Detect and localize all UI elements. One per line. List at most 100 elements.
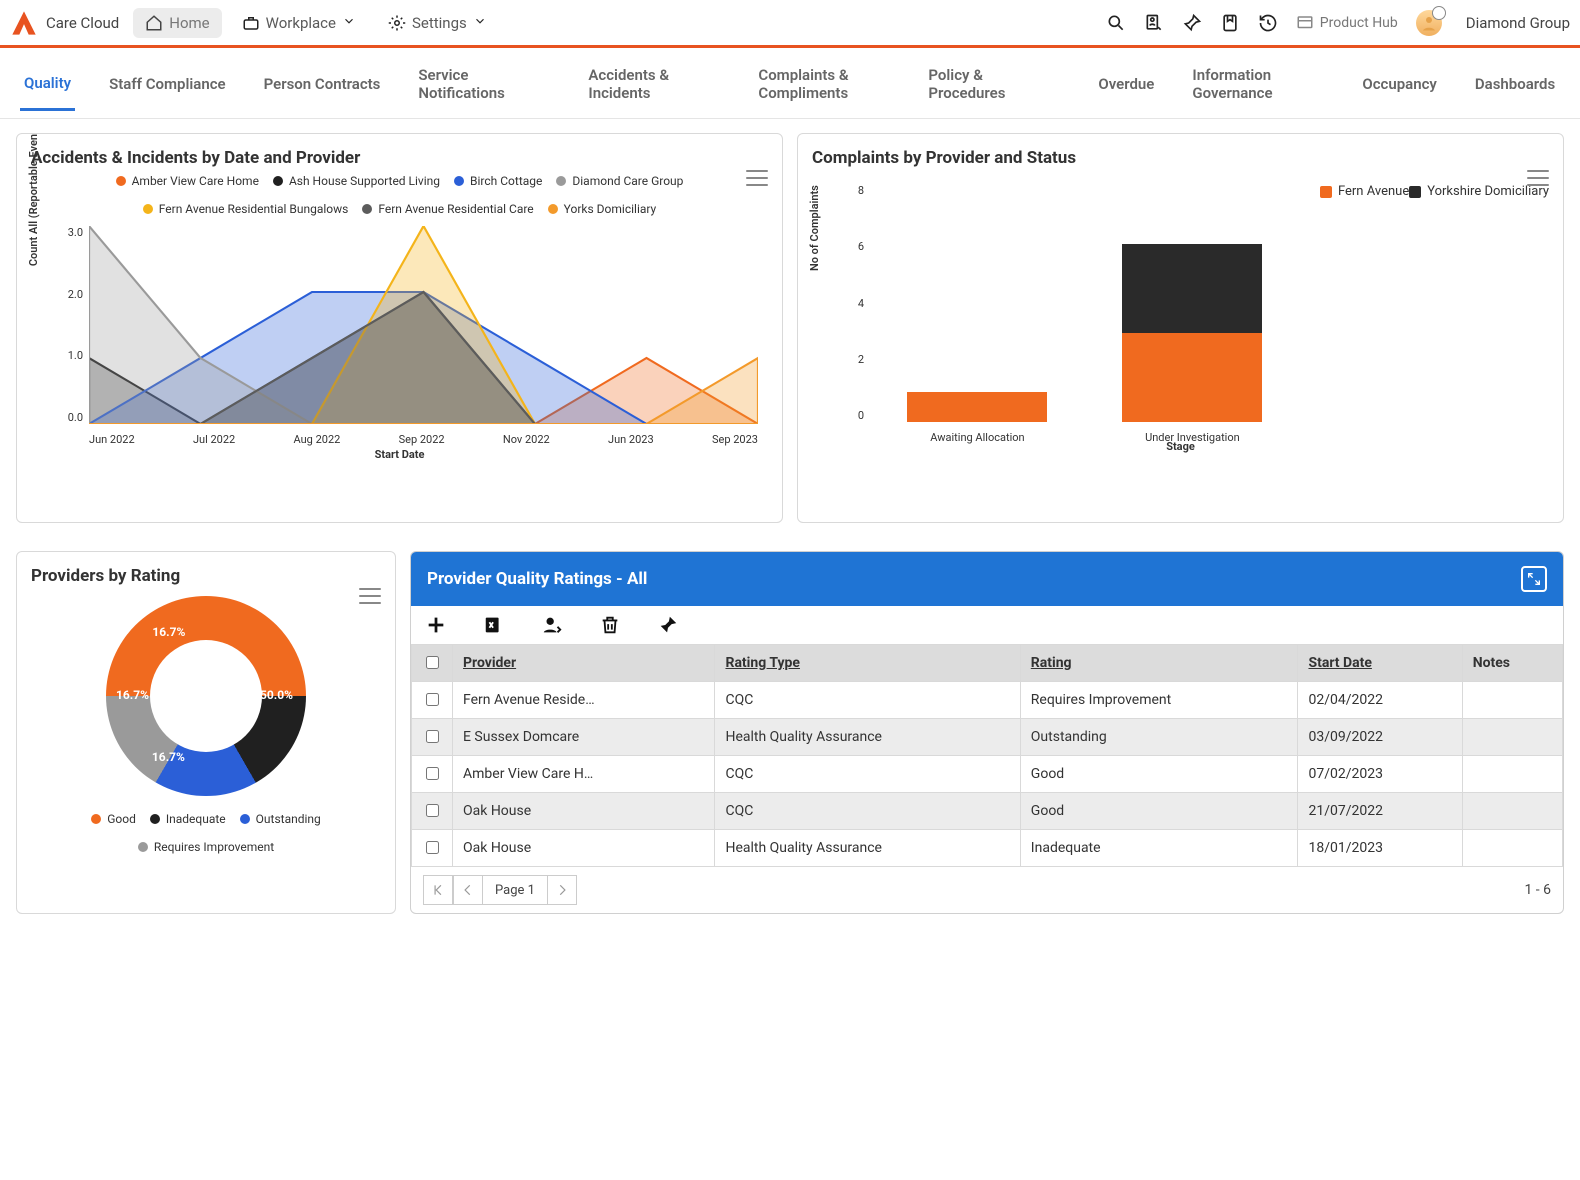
row-checkbox[interactable]: [426, 767, 439, 780]
tab-dashboards[interactable]: Dashboards: [1471, 67, 1559, 109]
nav-home-label: Home: [169, 14, 209, 32]
chevron-down-icon: [342, 14, 356, 32]
cell-rating-type: CQC: [715, 682, 1020, 719]
cell-rating: Outstanding: [1020, 719, 1298, 756]
row-checkbox[interactable]: [426, 841, 439, 854]
pin-icon[interactable]: [1182, 13, 1202, 33]
x-ticks: Jun 2022Jul 2022Aug 2022Sep 2022Nov 2022…: [89, 433, 758, 446]
history-icon[interactable]: [1258, 13, 1278, 33]
avatar[interactable]: [1416, 10, 1442, 36]
cell-notes: [1462, 793, 1562, 830]
app-name: Care Cloud: [46, 14, 119, 32]
home-icon: [145, 14, 163, 32]
bar-segment[interactable]: [1122, 244, 1262, 333]
panel-menu-icon[interactable]: [1527, 170, 1549, 186]
panel-title: Accidents & Incidents by Date and Provid…: [31, 148, 768, 168]
product-hub-link[interactable]: Product Hub: [1296, 14, 1398, 32]
cell-start-date: 21/07/2022: [1298, 793, 1462, 830]
x-axis-label: Start Date: [31, 448, 768, 461]
table-row[interactable]: Amber View Care H…CQCGood07/02/2023: [412, 756, 1563, 793]
col-provider[interactable]: Provider: [453, 645, 715, 682]
chevron-down-icon: [473, 14, 487, 32]
donut-slice-label: 16.7%: [152, 750, 185, 764]
col-start-date[interactable]: Start Date: [1298, 645, 1462, 682]
legend-item[interactable]: Ash House Supported Living: [273, 174, 440, 188]
legend-item[interactable]: Fern Avenue Residential Care: [362, 202, 533, 216]
delete-icon[interactable]: [599, 614, 621, 636]
bar-segment[interactable]: [1122, 333, 1262, 422]
chart-legend: Fern AvenueYorkshire Domiciliary: [1320, 178, 1549, 438]
tab-policy-procedures[interactable]: Policy & Procedures: [924, 58, 1064, 118]
table-row[interactable]: E Sussex DomcareHealth Quality Assurance…: [412, 719, 1563, 756]
col-rating-type[interactable]: Rating Type: [715, 645, 1020, 682]
legend-item[interactable]: Good: [91, 812, 136, 826]
tab-information-governance[interactable]: Information Governance: [1188, 58, 1328, 118]
cell-start-date: 18/01/2023: [1298, 830, 1462, 867]
y-ticks: 3.02.01.00.0: [59, 226, 83, 424]
table-row[interactable]: Fern Avenue Reside…CQCRequires Improveme…: [412, 682, 1563, 719]
add-icon[interactable]: [425, 614, 447, 636]
panel-menu-icon[interactable]: [746, 170, 768, 186]
nav-settings[interactable]: Settings: [376, 8, 499, 38]
cell-rating-type: CQC: [715, 756, 1020, 793]
donut-slice-label: 16.7%: [152, 625, 185, 639]
user-name[interactable]: Diamond Group: [1466, 14, 1570, 32]
ratings-toolbar: [411, 606, 1563, 644]
row-checkbox[interactable]: [426, 730, 439, 743]
pin-icon[interactable]: [657, 614, 679, 636]
cell-provider: Oak House: [453, 793, 715, 830]
cell-provider: Fern Avenue Reside…: [453, 682, 715, 719]
tab-quality[interactable]: Quality: [20, 66, 75, 111]
tab-staff-compliance[interactable]: Staff Compliance: [105, 67, 230, 109]
cell-notes: [1462, 830, 1562, 867]
pager-prev[interactable]: [453, 875, 483, 905]
nav-settings-label: Settings: [412, 14, 467, 32]
bar-segment[interactable]: [907, 392, 1047, 422]
pager-range: 1 - 6: [1524, 882, 1551, 898]
y-ticks: 86420: [840, 184, 864, 422]
cell-notes: [1462, 682, 1562, 719]
assign-user-icon[interactable]: [541, 614, 563, 636]
col-rating[interactable]: Rating: [1020, 645, 1298, 682]
table-row[interactable]: Oak HouseHealth Quality AssuranceInadequ…: [412, 830, 1563, 867]
tab-accidents-incidents[interactable]: Accidents & Incidents: [584, 58, 724, 118]
legend-item[interactable]: Fern Avenue Residential Bungalows: [143, 202, 349, 216]
panel-accidents: Accidents & Incidents by Date and Provid…: [16, 133, 783, 523]
legend-item[interactable]: Requires Improvement: [138, 840, 274, 854]
col-notes[interactable]: Notes: [1462, 645, 1562, 682]
tab-overdue[interactable]: Overdue: [1094, 67, 1158, 109]
row-checkbox[interactable]: [426, 693, 439, 706]
tab-occupancy[interactable]: Occupancy: [1358, 67, 1441, 109]
search-icon[interactable]: [1106, 13, 1126, 33]
panel-ratings: Provider Quality Ratings - All ProviderR…: [410, 551, 1564, 914]
legend-item[interactable]: Fern Avenue: [1320, 184, 1409, 199]
legend-item[interactable]: Yorks Domiciliary: [548, 202, 657, 216]
legend-item[interactable]: Outstanding: [240, 812, 321, 826]
panel-title: Providers by Rating: [31, 566, 381, 586]
plot-area: [89, 226, 758, 424]
export-excel-icon[interactable]: [483, 614, 505, 636]
briefcase-icon: [242, 14, 260, 32]
pager-next[interactable]: [547, 875, 577, 905]
legend-item[interactable]: Yorkshire Domiciliary: [1409, 184, 1549, 199]
legend-item[interactable]: Amber View Care Home: [116, 174, 259, 188]
search-person-icon[interactable]: [1144, 13, 1164, 33]
bookmark-icon[interactable]: [1220, 13, 1240, 33]
cell-rating-type: Health Quality Assurance: [715, 830, 1020, 867]
pager-first[interactable]: [423, 875, 453, 905]
select-all-checkbox[interactable]: [426, 656, 439, 669]
tab-service-notifications[interactable]: Service Notifications: [414, 58, 554, 118]
row-checkbox[interactable]: [426, 804, 439, 817]
legend-item[interactable]: Inadequate: [150, 812, 226, 826]
nav-workplace[interactable]: Workplace: [230, 8, 368, 38]
tab-complaints-compliments[interactable]: Complaints & Compliments: [754, 58, 894, 118]
legend-item[interactable]: Diamond Care Group: [556, 174, 683, 188]
tab-person-contracts[interactable]: Person Contracts: [260, 67, 385, 109]
panel-menu-icon[interactable]: [359, 588, 381, 604]
legend-item[interactable]: Birch Cottage: [454, 174, 542, 188]
table-row[interactable]: Oak HouseCQCGood21/07/2022: [412, 793, 1563, 830]
maximize-icon[interactable]: [1521, 566, 1547, 592]
panel-title: Provider Quality Ratings - All: [427, 569, 647, 589]
nav-home[interactable]: Home: [133, 8, 221, 38]
ratings-header: Provider Quality Ratings - All: [411, 552, 1563, 606]
